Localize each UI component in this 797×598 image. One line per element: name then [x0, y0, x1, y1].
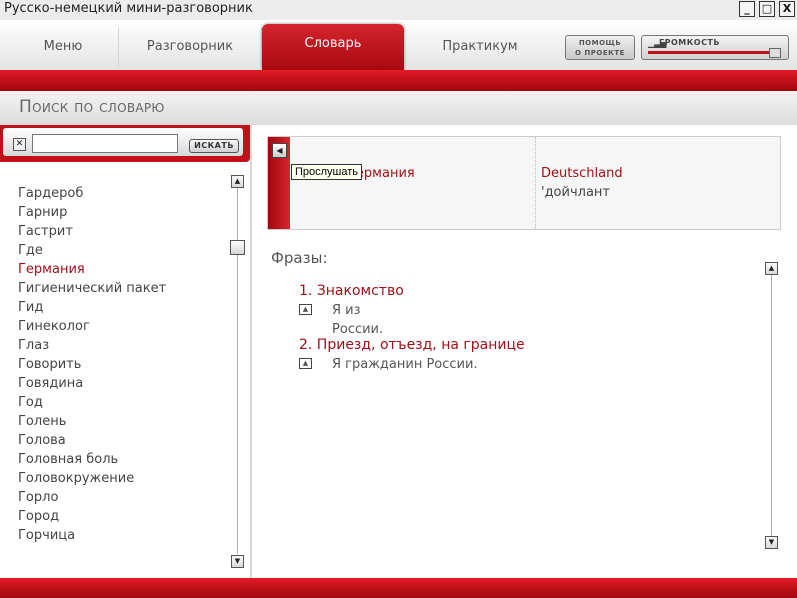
window-title: Русско-немецкий мини-разговорник	[4, 1, 253, 16]
word-list-item[interactable]: Глаз	[18, 336, 166, 355]
phrase-group-title[interactable]: 2. Приезд, отъезд, на границе	[299, 336, 525, 355]
word-list-item[interactable]: Город	[18, 507, 166, 526]
phrases-scroll-up-button[interactable]: ▲	[765, 262, 778, 275]
footer-red-band	[0, 578, 797, 598]
word-list-item[interactable]: Германия	[18, 260, 166, 279]
word-list-item[interactable]: Гастрит	[18, 222, 166, 241]
word-list-item[interactable]: Говядина	[18, 374, 166, 393]
volume-slider-handle[interactable]	[769, 48, 781, 58]
phrase-row: ▲ Я из России.	[299, 301, 404, 337]
list-scroll-up-button[interactable]: ▲	[231, 175, 244, 188]
phrase-text: Я из России.	[332, 303, 384, 337]
phrases-scroll-track[interactable]	[771, 275, 772, 536]
word-list-item[interactable]: Голень	[18, 412, 166, 431]
word-list-item[interactable]: Гигиенический пакет	[18, 279, 166, 298]
phrase-expand-icon[interactable]: ▲	[299, 304, 312, 315]
tab-phrasebook[interactable]: Разговорник	[119, 28, 262, 66]
word-entry-card: ◀ Германия Deutschland 'дойчлант	[267, 136, 781, 230]
phrase-expand-icon[interactable]: ▲	[299, 358, 312, 369]
header-red-band	[0, 70, 797, 91]
section-header: Поиск по словарю	[0, 91, 797, 125]
help-about-button[interactable]: ПОМОЩЬ О ПРОЕКТЕ	[565, 35, 635, 60]
volume-slider-track[interactable]	[648, 51, 773, 54]
tab-dictionary[interactable]: Словарь	[262, 24, 404, 70]
phrases-scroll-down-button[interactable]: ▼	[765, 536, 778, 549]
minimize-button[interactable]: _	[739, 1, 755, 17]
word-list-item[interactable]: Говорить	[18, 355, 166, 374]
volume-control[interactable]: ▁▃▅ ГРОМКОСТЬ	[641, 35, 789, 60]
listen-tooltip: Прослушать	[291, 164, 363, 180]
search-panel: ✕ ИСКАТЬ	[0, 125, 250, 162]
title-bar: Русско-немецкий мини-разговорник _ □ X	[0, 0, 797, 21]
phrase-group-title[interactable]: 1. Знакомство	[299, 282, 404, 301]
tab-practice[interactable]: Практикум	[405, 28, 555, 66]
list-scroll-down-button[interactable]: ▼	[231, 555, 244, 568]
word-list-item[interactable]: Гарнир	[18, 203, 166, 222]
page-title: Поиск по словарю	[19, 97, 165, 117]
entry-german-word: Deutschland	[541, 166, 623, 181]
word-list-item[interactable]: Голова	[18, 431, 166, 450]
word-list-item[interactable]: Год	[18, 393, 166, 412]
word-list-item[interactable]: Головная боль	[18, 450, 166, 469]
phrases-heading: Фразы:	[271, 249, 328, 267]
about-label: О ПРОЕКТЕ	[575, 49, 625, 57]
entry-column-divider	[535, 137, 536, 229]
word-list-item[interactable]: Гинеколог	[18, 317, 166, 336]
help-label: ПОМОЩЬ	[578, 39, 622, 47]
phrase-text: Я гражданин России.	[332, 357, 478, 372]
phrase-row: ▲ Я гражданин России.	[299, 355, 525, 374]
phrase-group: 2. Приезд, отъезд, на границе ▲ Я гражда…	[299, 336, 525, 374]
word-list-panel: Гардероб Гарнир Гастрит Где Германия Гигиенич…	[0, 162, 250, 578]
word-list-item[interactable]: Горчица	[18, 526, 166, 545]
search-button[interactable]: ИСКАТЬ	[189, 139, 239, 153]
word-list-item[interactable]: Где	[18, 241, 166, 260]
word-list-item[interactable]: Гардероб	[18, 184, 166, 203]
close-button[interactable]: X	[779, 1, 795, 17]
panel-divider	[250, 125, 252, 578]
entry-transliteration: 'дойчлант	[541, 185, 610, 200]
maximize-button[interactable]: □	[759, 1, 775, 17]
list-scroll-thumb[interactable]	[230, 240, 245, 255]
tab-menu[interactable]: Меню	[8, 28, 119, 66]
search-panel-inner: ✕ ИСКАТЬ	[3, 128, 243, 156]
search-input[interactable]	[32, 134, 178, 153]
word-list-item[interactable]: Гид	[18, 298, 166, 317]
volume-label: ГРОМКОСТЬ	[659, 38, 720, 47]
word-list-item[interactable]: Головокружение	[18, 469, 166, 488]
phrase-group: 1. Знакомство ▲ Я из России.	[299, 282, 404, 337]
word-list-item[interactable]: Горло	[18, 488, 166, 507]
clear-search-button[interactable]: ✕	[13, 138, 26, 151]
word-list: Гардероб Гарнир Гастрит Где Германия Гигиенич…	[18, 184, 166, 545]
listen-speaker-icon[interactable]: ◀	[272, 143, 287, 158]
